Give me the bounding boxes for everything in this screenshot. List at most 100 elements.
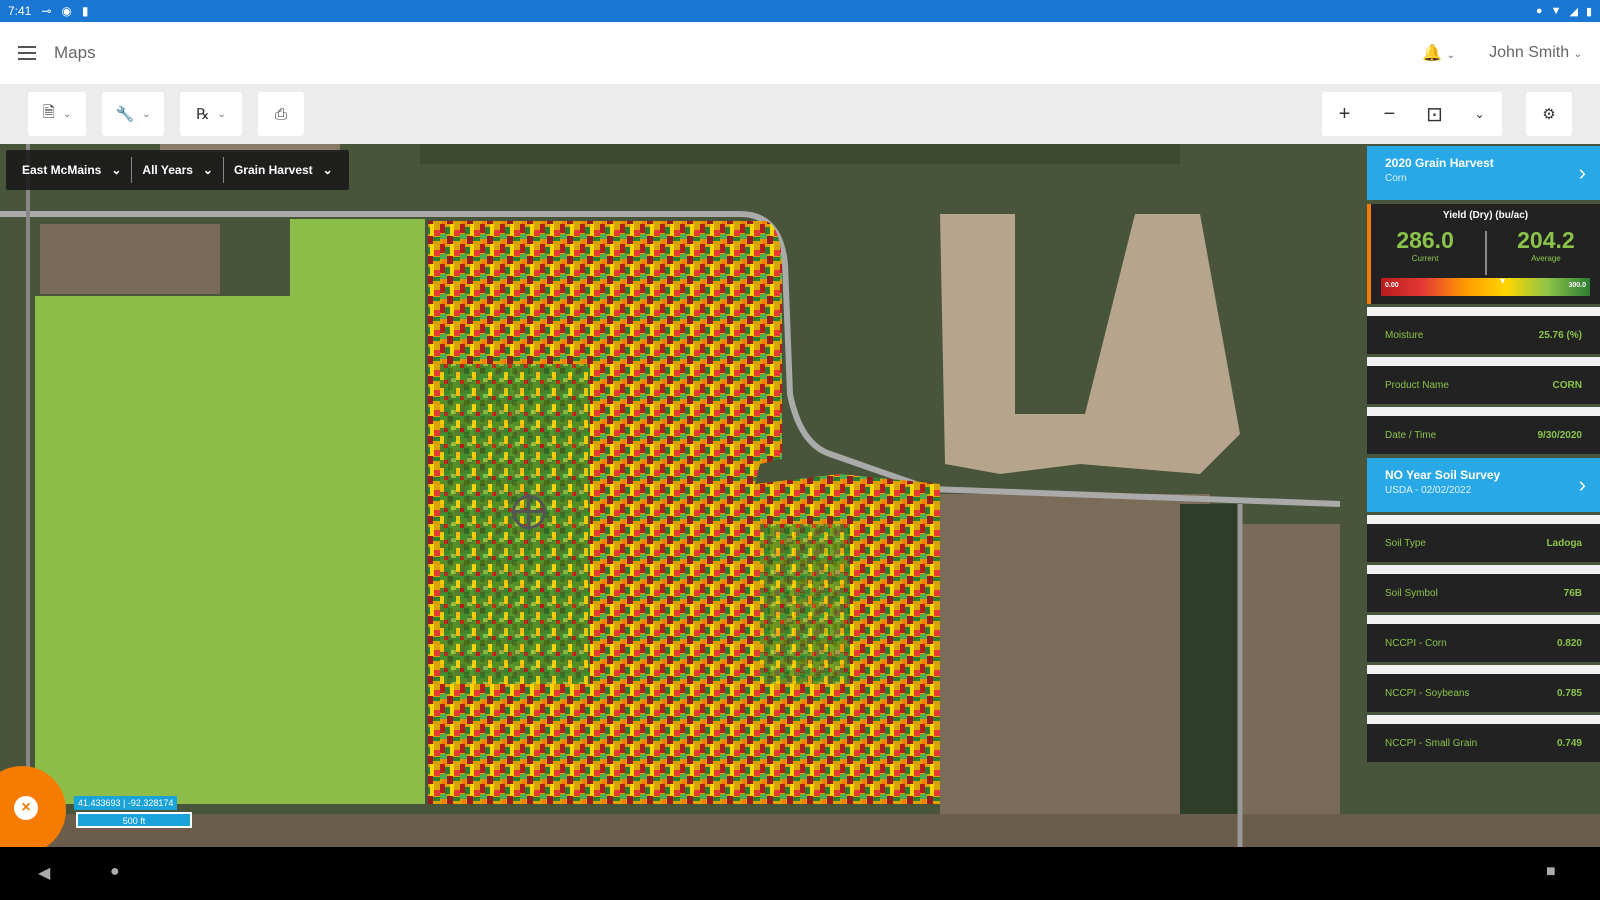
- info-row: NCCPI - Small Grain 0.749: [1367, 724, 1600, 762]
- row-label: NCCPI - Corn: [1385, 637, 1447, 649]
- yield-title: Yield (Dry) (bu/ac): [1442, 210, 1529, 221]
- chevron-down-icon: ⌄: [142, 108, 151, 120]
- app-bar: Maps 🔔 ⌄ John Smith ⌄: [0, 22, 1600, 84]
- yield-current-label: Current: [1411, 254, 1439, 263]
- row-value: 76B: [1563, 587, 1582, 599]
- row-label: Soil Symbol: [1385, 587, 1438, 599]
- divider: [1484, 231, 1487, 275]
- layer-label: Grain Harvest: [233, 163, 313, 177]
- row-label: NCCPI - Small Grain: [1385, 737, 1478, 749]
- farm-dropdown[interactable]: East McMains ⌄: [12, 157, 133, 183]
- harvest-header[interactable]: 2020 Grain Harvest Corn ›: [1367, 146, 1600, 200]
- row-label: Product Name: [1385, 379, 1449, 391]
- bell-icon: 🔔: [1422, 45, 1443, 62]
- soil-subtitle: USDA - 02/02/2022: [1385, 485, 1472, 496]
- row-value: 0.820: [1556, 637, 1582, 649]
- zoom-out-button[interactable]: −: [1367, 92, 1412, 136]
- row-value: 0.785: [1556, 687, 1582, 699]
- back-icon[interactable]: ◀: [38, 863, 50, 883]
- harvest-title: 2020 Grain Harvest: [1385, 156, 1494, 170]
- chevron-down-icon: ⌄: [1573, 49, 1582, 60]
- soil-title: NO Year Soil Survey: [1385, 468, 1501, 482]
- user-menu-button[interactable]: John Smith ⌄: [1489, 44, 1582, 62]
- legend-min: 0.00: [1385, 282, 1399, 289]
- zoom-controls: + − ⊡ ⌄: [1322, 92, 1502, 136]
- gear-icon: ⚙: [1542, 106, 1556, 123]
- info-row: Moisture 25.76 (%): [1367, 316, 1600, 354]
- info-row: Soil Type Ladoga: [1367, 524, 1600, 562]
- legend-max: 300.0: [1568, 282, 1586, 289]
- print-button[interactable]: ⎙: [258, 92, 304, 136]
- cell-signal-icon: ◢: [1569, 5, 1578, 18]
- signal-icon: ◉: [61, 4, 72, 18]
- chevron-down-icon: ⌄: [202, 163, 213, 177]
- years-label: All Years: [142, 163, 193, 177]
- zoom-in-button[interactable]: +: [1322, 92, 1367, 136]
- row-label: Moisture: [1385, 329, 1424, 341]
- info-row: Date / Time 9/30/2020: [1367, 416, 1600, 454]
- info-row: NCCPI - Corn 0.820: [1367, 624, 1600, 662]
- chevron-right-icon: ›: [1578, 160, 1586, 185]
- row-value: Ladoga: [1546, 537, 1582, 549]
- home-icon[interactable]: ●: [110, 863, 120, 881]
- battery-icon: ▮: [1585, 5, 1592, 18]
- soil-header[interactable]: NO Year Soil Survey USDA - 02/02/2022 ›: [1367, 458, 1600, 512]
- zoom-options-button[interactable]: ⌄: [1457, 92, 1502, 136]
- tools-menu-button[interactable]: 🔧 ⌄: [102, 92, 164, 136]
- key-icon: ⊸: [41, 4, 52, 18]
- yield-average-value: 204.2: [1517, 227, 1575, 253]
- close-icon: ×: [14, 796, 38, 820]
- layer-dropdown[interactable]: Grain Harvest ⌄: [224, 157, 343, 183]
- notifications-button[interactable]: 🔔 ⌄: [1422, 43, 1455, 63]
- prescription-icon: ℞: [196, 106, 210, 123]
- info-row: Product Name CORN: [1367, 366, 1600, 404]
- recents-icon[interactable]: ■: [1546, 863, 1556, 881]
- map-toolbar: 🗎 ⌄ 🔧 ⌄ ℞ ⌄ ⎙ + − ⊡ ⌄ ⚙: [0, 84, 1600, 144]
- farm-label: East McMains: [22, 163, 102, 177]
- fit-extent-button[interactable]: ⊡: [1412, 92, 1457, 136]
- row-label: Date / Time: [1385, 429, 1437, 441]
- document-icon: 🗎: [42, 103, 55, 121]
- satellite-imagery: [0, 144, 1600, 847]
- yield-summary: Yield (Dry) (bu/ac) 286.0 Current 204.2 …: [1367, 204, 1600, 304]
- yield-average-label: Average: [1531, 254, 1561, 263]
- chevron-down-icon: ⌄: [322, 163, 333, 177]
- harvest-subtitle: Corn: [1385, 173, 1407, 184]
- status-time: 7:41: [8, 4, 32, 18]
- prescription-menu-button[interactable]: ℞ ⌄: [180, 92, 242, 136]
- yield-current-value: 286.0: [1396, 227, 1454, 253]
- row-value: 25.76 (%): [1538, 329, 1582, 341]
- settings-button[interactable]: ⚙: [1526, 92, 1572, 136]
- years-dropdown[interactable]: All Years ⌄: [132, 157, 224, 183]
- row-label: NCCPI - Soybeans: [1385, 687, 1470, 699]
- info-panel: 2020 Grain Harvest Corn › Yield (Dry) (b…: [1367, 146, 1600, 762]
- location-icon: ●: [1535, 4, 1543, 17]
- info-row: Soil Symbol 76B: [1367, 574, 1600, 612]
- legend-marker-icon: ▾: [1500, 276, 1506, 287]
- wifi-icon: ▼: [1550, 4, 1562, 17]
- page-title: Maps: [54, 43, 96, 62]
- row-value: CORN: [1552, 379, 1582, 391]
- document-menu-button[interactable]: 🗎 ⌄: [28, 92, 86, 136]
- status-bar: 7:41 ⊸ ◉ ▮ ● ▼ ◢ ▮: [0, 0, 1600, 22]
- map-view[interactable]: East McMains ⌄ All Years ⌄ Grain Harvest ⌄ …: [0, 144, 1600, 847]
- map-filter-bar: East McMains ⌄ All Years ⌄ Grain Harvest ⌄: [6, 150, 349, 190]
- coordinate-readout: 41.433693 | -92.328174: [74, 796, 178, 810]
- row-label: Soil Type: [1385, 537, 1426, 549]
- sd-card-icon: ▮: [81, 4, 89, 18]
- row-value: 0.749: [1556, 737, 1582, 749]
- chevron-down-icon: ⌄: [62, 108, 72, 120]
- scale-bar: 500 ft: [76, 812, 192, 828]
- user-name: John Smith: [1489, 44, 1570, 61]
- chevron-down-icon: ⌄: [1446, 50, 1456, 61]
- info-row: NCCPI - Soybeans 0.785: [1367, 674, 1600, 712]
- chevron-down-icon: ⌄: [217, 108, 226, 120]
- system-nav-bar: ◀ ● ■: [0, 847, 1600, 900]
- print-icon: ⎙: [274, 105, 287, 123]
- menu-icon[interactable]: [18, 46, 36, 60]
- row-value: 9/30/2020: [1537, 429, 1583, 441]
- crosshair-icon[interactable]: [511, 494, 547, 530]
- chevron-right-icon: ›: [1578, 472, 1586, 497]
- wrench-icon: 🔧: [115, 106, 135, 123]
- chevron-down-icon: ⌄: [111, 163, 122, 177]
